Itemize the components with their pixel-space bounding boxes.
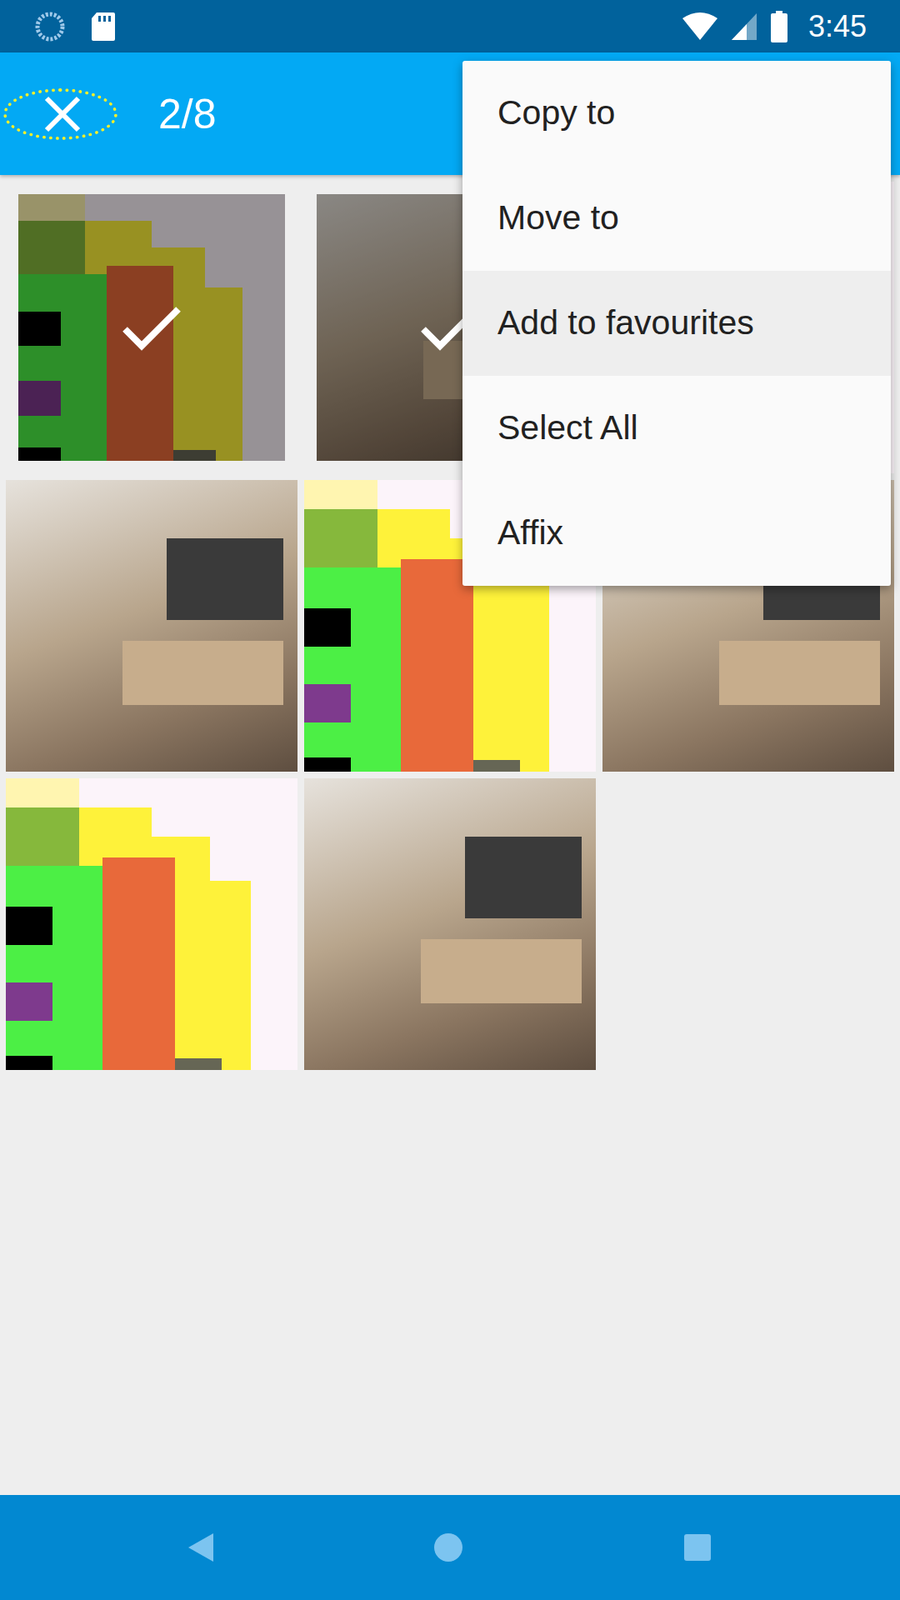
room-photo xyxy=(304,778,596,1070)
photo-thumbnail[interactable] xyxy=(5,181,298,474)
photo-thumbnail[interactable] xyxy=(5,480,298,772)
back-button[interactable] xyxy=(0,1531,401,1564)
menu-item-label: Affix xyxy=(497,511,564,555)
menu-item[interactable]: Move to xyxy=(462,165,891,271)
focus-ring xyxy=(3,88,118,140)
menu-item[interactable]: Add to favourites xyxy=(462,270,891,376)
menu-item-label: Select All xyxy=(497,406,639,450)
room-photo xyxy=(5,480,298,772)
back-icon xyxy=(186,1531,215,1564)
clock: 3:45 xyxy=(808,11,867,42)
pattern-image xyxy=(5,778,298,1070)
sd-card-icon xyxy=(90,10,117,43)
close-icon xyxy=(43,95,82,134)
home-button[interactable] xyxy=(400,1532,496,1563)
photo-thumbnail[interactable] xyxy=(304,778,596,1070)
pattern-image xyxy=(18,194,285,461)
check-icon xyxy=(121,304,182,351)
battery-icon xyxy=(770,10,789,44)
menu-item-label: Copy to xyxy=(497,91,615,135)
menu-item-label: Add to favourites xyxy=(497,301,755,345)
menu-item[interactable]: Affix xyxy=(462,480,891,586)
signal-icon xyxy=(730,11,759,42)
menu-item[interactable]: Select All xyxy=(462,375,891,481)
check-holder xyxy=(18,194,285,461)
status-bar: 3:45 xyxy=(0,0,900,53)
selection-count: 2/8 xyxy=(158,93,217,135)
wifi-icon xyxy=(681,11,719,42)
close-button[interactable] xyxy=(0,52,125,175)
status-left xyxy=(33,10,117,44)
recents-button[interactable] xyxy=(495,1533,900,1562)
recents-icon xyxy=(683,1533,712,1562)
menu-item-label: Move to xyxy=(497,196,620,240)
menu-item[interactable]: Copy to xyxy=(462,60,891,166)
sync-icon xyxy=(33,10,67,44)
overflow-menu: Copy to Move to Add to favourites Select Al… xyxy=(462,60,891,586)
status-right: 3:45 xyxy=(681,10,867,44)
home-icon xyxy=(433,1532,464,1563)
navigation-bar xyxy=(0,1495,900,1600)
selection-overlay xyxy=(18,194,285,461)
photo-thumbnail[interactable] xyxy=(5,778,298,1070)
